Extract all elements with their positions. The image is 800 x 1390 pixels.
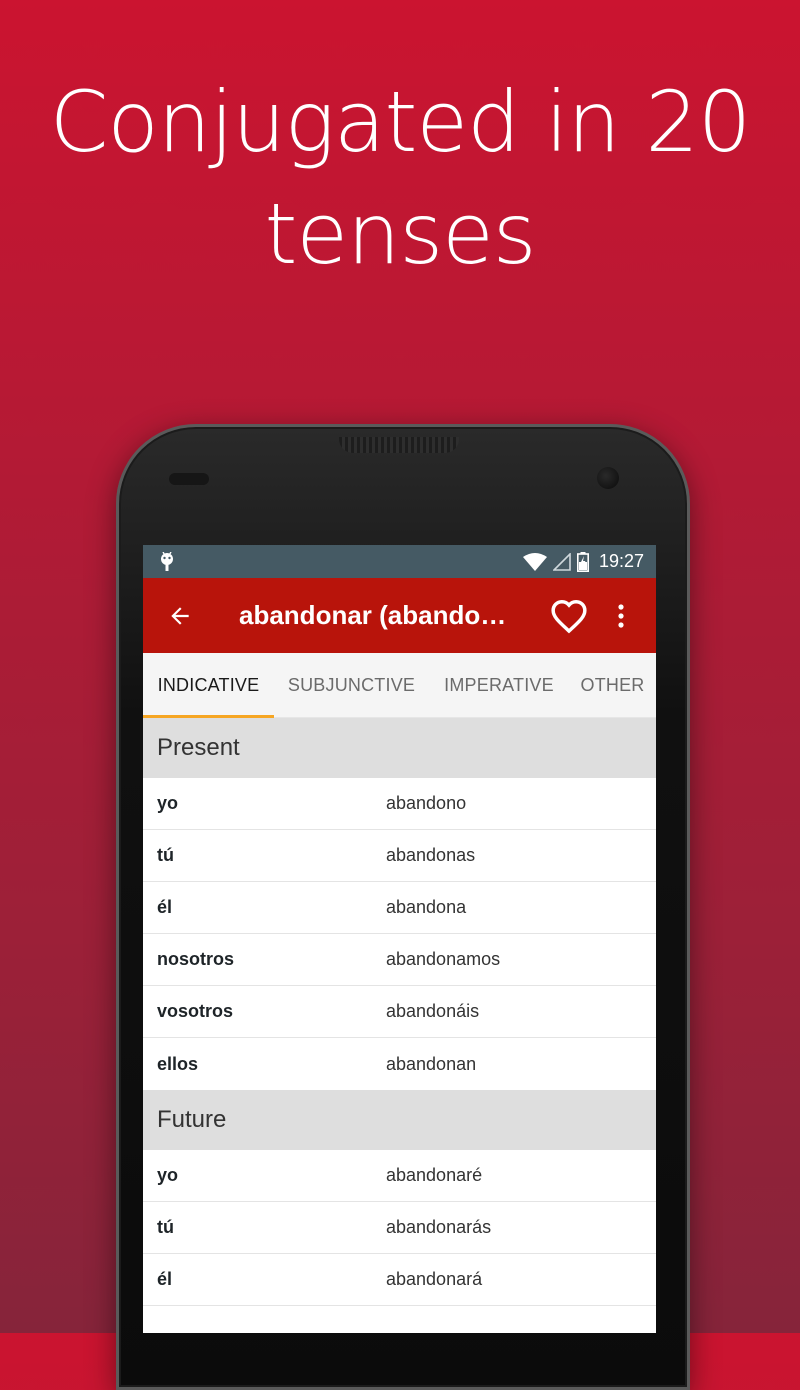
table-row: ellos abandonan — [143, 1038, 656, 1090]
mood-tabs: INDICATIVE SUBJUNCTIVE IMPERATIVE OTHER — [143, 653, 656, 718]
battery-charging-icon — [576, 551, 589, 572]
headline-line-1: Conjugated in 20 — [49, 73, 752, 171]
verb-form: abandonamos — [386, 949, 501, 969]
status-bar: 19:27 — [143, 545, 656, 578]
pronoun-label: tú — [157, 845, 174, 865]
verb-form: abandonan — [386, 1053, 477, 1074]
phone-screen: 19:27 abandonar (abandon,… INDICATIVE SU… — [143, 545, 656, 1333]
pronoun-label: yo — [157, 793, 179, 813]
table-row: él abandona — [143, 882, 656, 934]
table-row: yo abandono — [143, 778, 656, 830]
arrow-left-icon — [171, 606, 189, 625]
section-header-present: Present — [143, 718, 656, 778]
overflow-menu-button[interactable] — [599, 578, 643, 653]
wifi-icon — [522, 552, 547, 571]
app-bar: abandonar (abandon,… — [143, 578, 656, 653]
table-row: tú abandonarás — [143, 1202, 656, 1254]
verb-form: abandonas — [386, 845, 476, 865]
page-title: abandonar (abandon,… — [239, 600, 519, 630]
phone-speaker — [339, 437, 459, 453]
conjugation-list[interactable]: Present yo abandono tú abandonas él aban… — [143, 718, 656, 1306]
pronoun-label: ellos — [157, 1053, 199, 1074]
tab-indicative[interactable]: INDICATIVE — [143, 653, 274, 718]
headline-line-2: tenses — [264, 185, 536, 283]
verb-form: abandonáis — [386, 1001, 480, 1021]
phone-camera — [597, 467, 619, 489]
heart-outline-icon — [551, 599, 587, 633]
pronoun-label: vosotros — [157, 1001, 234, 1021]
cell-signal-icon — [552, 552, 571, 571]
verb-form: abandonaré — [386, 1165, 483, 1185]
verb-form: abandono — [386, 793, 467, 813]
table-row: vosotros abandonáis — [143, 986, 656, 1038]
pronoun-label: yo — [157, 1165, 179, 1185]
verb-form: abandonarás — [386, 1217, 492, 1237]
pronoun-label: tú — [157, 1217, 174, 1237]
table-row: él abandonará — [143, 1254, 656, 1306]
tab-subjunctive[interactable]: SUBJUNCTIVE — [274, 653, 429, 717]
table-row: yo abandonaré — [143, 1150, 656, 1202]
tab-imperative[interactable]: IMPERATIVE — [429, 653, 569, 717]
table-row: nosotros abandonamos — [143, 934, 656, 986]
more-vert-icon — [618, 603, 624, 628]
verb-form: abandona — [386, 897, 467, 917]
pronoun-label: él — [157, 1269, 173, 1289]
section-header-future: Future — [143, 1090, 656, 1150]
favorite-button[interactable] — [539, 578, 599, 653]
back-button[interactable] — [143, 578, 217, 653]
promo-headline: Conjugated in 20 tenses — [0, 66, 800, 290]
tab-other[interactable]: OTHER — [569, 653, 656, 717]
pronoun-label: nosotros — [157, 949, 235, 969]
table-row: tú abandonas — [143, 830, 656, 882]
status-time: 19:27 — [598, 551, 644, 571]
pronoun-label: él — [157, 897, 173, 917]
android-debug-icon — [159, 551, 175, 572]
verb-form: abandonará — [386, 1269, 483, 1289]
phone-sensor — [169, 473, 209, 485]
